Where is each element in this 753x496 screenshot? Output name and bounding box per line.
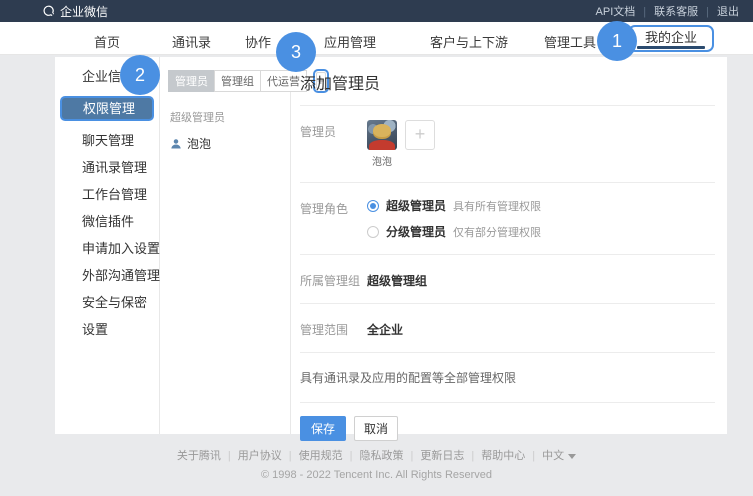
- main-nav: 首页 通讯录 协作 应用管理 客户与上下游 管理工具 我的企业: [0, 22, 753, 55]
- sidebar-item-security[interactable]: 安全与保密: [55, 289, 159, 316]
- sidebar-item-settings[interactable]: 设置: [55, 316, 159, 343]
- member-avatar: [367, 120, 397, 150]
- sidebar-item-external-comm[interactable]: 外部沟通管理: [55, 262, 159, 289]
- footer-privacy-policy[interactable]: 隐私政策: [343, 450, 404, 462]
- tutorial-step-badge-1: 1: [597, 21, 637, 61]
- group-value: 超级管理组: [367, 269, 427, 289]
- caret-down-icon: [568, 454, 576, 459]
- admin-member-row: 管理员 泡泡 +: [300, 106, 715, 183]
- selected-admins: 泡泡 +: [367, 120, 435, 168]
- cancel-button[interactable]: 取消: [354, 416, 398, 441]
- permission-note: 具有通讯录及应用的配置等全部管理权限: [300, 353, 715, 403]
- role-label: 管理角色: [300, 197, 367, 240]
- nav-app-management[interactable]: 应用管理: [324, 32, 376, 51]
- tutorial-step-badge-2: 2: [120, 55, 160, 95]
- nav-my-enterprise-active[interactable]: 我的企业: [628, 25, 714, 52]
- selected-admin: 泡泡: [367, 120, 397, 168]
- role-options: 超级管理员 具有所有管理权限 分级管理员 仅有部分管理权限: [367, 197, 541, 240]
- main-card: 企业信息 权限管理 聊天管理 通讯录管理 工作台管理 微信插件 申请加入设置 外…: [55, 57, 727, 434]
- admin-member-name: 泡泡: [187, 135, 211, 152]
- copyright-text: © 1998 - 2022 Tencent Inc. All Rights Re…: [0, 469, 753, 481]
- nav-home[interactable]: 首页: [94, 32, 120, 51]
- radio-selected-icon[interactable]: [367, 200, 379, 212]
- tutorial-step-badge-3: 3: [276, 32, 316, 72]
- scope-label: 管理范围: [300, 318, 367, 338]
- add-member-button[interactable]: +: [405, 120, 435, 150]
- footer-usage-rules[interactable]: 使用规范: [282, 450, 343, 462]
- sidebar-item-chat-management[interactable]: 聊天管理: [55, 127, 159, 154]
- role-name: 超级管理员: [386, 197, 446, 214]
- sidebar-item-wechat-plugin[interactable]: 微信插件: [55, 208, 159, 235]
- wechat-work-logo-icon: [42, 5, 55, 18]
- admin-tabs: 管理员 管理组 代运营 +: [168, 69, 290, 93]
- person-icon: [170, 138, 182, 150]
- admin-scope-row: 管理范围 全企业: [300, 304, 715, 353]
- tab-admin-groups[interactable]: 管理组: [214, 70, 261, 92]
- group-label: 所属管理组: [300, 269, 367, 289]
- sidebar-item-contacts-management[interactable]: 通讯录管理: [55, 154, 159, 181]
- logout-link[interactable]: 退出: [698, 3, 739, 19]
- role-option-super-admin[interactable]: 超级管理员 具有所有管理权限: [367, 197, 541, 214]
- tab-administrators[interactable]: 管理员: [168, 70, 215, 92]
- sidebar-item-workbench-management[interactable]: 工作台管理: [55, 181, 159, 208]
- role-name: 分级管理员: [386, 223, 446, 240]
- role-hint: 仅有部分管理权限: [453, 224, 541, 240]
- role-hint: 具有所有管理权限: [453, 198, 541, 214]
- top-bar: 企业微信 API文档 联系客服 退出: [0, 0, 753, 22]
- admin-group-title: 超级管理员: [170, 109, 290, 125]
- role-option-sub-admin[interactable]: 分级管理员 仅有部分管理权限: [367, 223, 541, 240]
- admin-label: 管理员: [300, 120, 367, 168]
- api-docs-link[interactable]: API文档: [596, 3, 636, 19]
- nav-collaboration[interactable]: 协作: [245, 32, 271, 51]
- footer-about-tencent[interactable]: 关于腾讯: [177, 450, 221, 462]
- page-title: 添加管理员: [300, 57, 715, 106]
- footer-changelog[interactable]: 更新日志: [404, 450, 465, 462]
- save-button[interactable]: 保存: [300, 416, 346, 441]
- sidebar-item-join-settings[interactable]: 申请加入设置: [55, 235, 159, 262]
- nav-admin-tools[interactable]: 管理工具: [544, 32, 596, 51]
- admin-list-panel: 管理员 管理组 代运营 + 超级管理员 泡泡: [160, 57, 291, 434]
- admin-role-row: 管理角色 超级管理员 具有所有管理权限 分级管理员 仅有部分管理权限: [300, 183, 715, 255]
- nav-customers[interactable]: 客户与上下游: [430, 32, 508, 51]
- scope-value: 全企业: [367, 318, 403, 338]
- settings-sidebar: 企业信息 权限管理 聊天管理 通讯录管理 工作台管理 微信插件 申请加入设置 外…: [55, 57, 160, 434]
- app-logo[interactable]: 企业微信: [42, 3, 108, 20]
- app-logo-text: 企业微信: [60, 3, 108, 20]
- top-links: API文档 联系客服 退出: [596, 3, 739, 19]
- footer-user-agreement[interactable]: 用户协议: [221, 450, 282, 462]
- admin-group-row: 所属管理组 超级管理组: [300, 255, 715, 304]
- radio-unselected-icon[interactable]: [367, 226, 379, 238]
- contact-support-link[interactable]: 联系客服: [635, 3, 698, 19]
- nav-contacts[interactable]: 通讯录: [172, 32, 211, 51]
- add-admin-form: 添加管理员 管理员 泡泡 + 管理角色 超级管理员 具有所有管理权限: [291, 57, 727, 434]
- member-avatar-name: 泡泡: [367, 153, 397, 168]
- admin-list-item[interactable]: 泡泡: [170, 135, 290, 152]
- sidebar-item-permission-management[interactable]: 权限管理: [60, 96, 154, 121]
- footer-language-selector[interactable]: 中文: [525, 450, 576, 462]
- footer-help-center[interactable]: 帮助中心: [464, 450, 525, 462]
